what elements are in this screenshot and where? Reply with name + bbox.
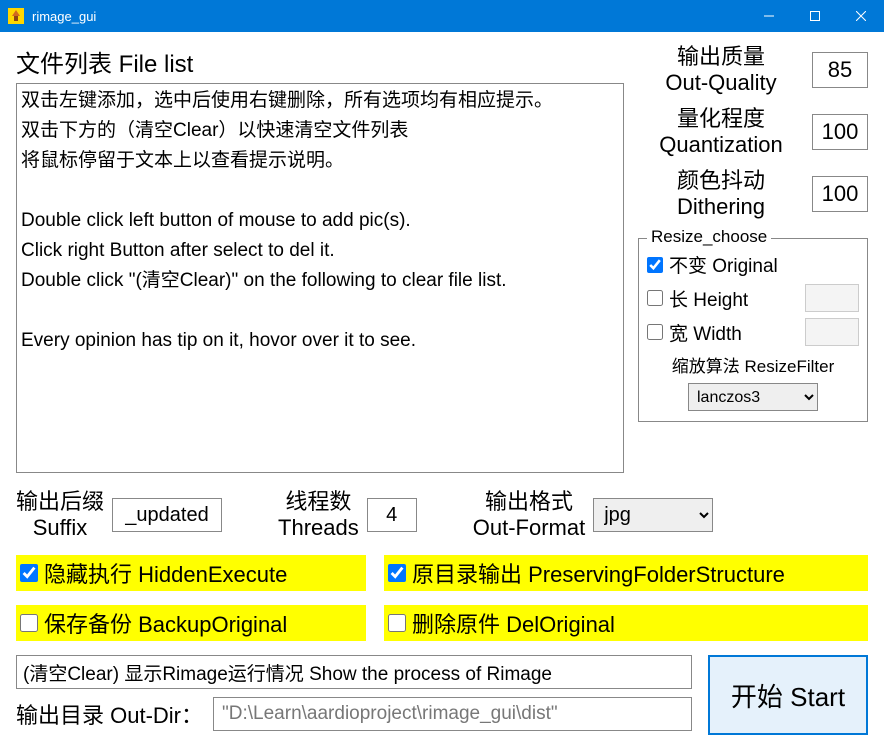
- backup-original-checkbox[interactable]: [20, 614, 38, 632]
- app-icon: [8, 8, 24, 24]
- format-label: 输出格式Out-Format: [473, 489, 585, 541]
- close-button[interactable]: [838, 0, 884, 32]
- quantization-label: 量化程度Quantization: [638, 106, 804, 158]
- file-list-box[interactable]: 双击左键添加，选中后使用右键删除，所有选项均有相应提示。 双击下方的（清空Cle…: [16, 83, 624, 473]
- resize-width-input[interactable]: [805, 318, 859, 346]
- hidden-execute-checkbox[interactable]: [20, 564, 38, 582]
- window-title: rimage_gui: [32, 9, 746, 24]
- resize-original-label: 不变 Original: [669, 251, 778, 278]
- preserving-folder-check[interactable]: 原目录输出 PreservingFolderStructure: [384, 555, 868, 591]
- format-select[interactable]: jpg: [593, 498, 713, 532]
- resize-group-title: Resize_choose: [647, 227, 771, 247]
- maximize-button[interactable]: [792, 0, 838, 32]
- minimize-button[interactable]: [746, 0, 792, 32]
- resize-height-checkbox[interactable]: [647, 290, 663, 306]
- resize-original-checkbox[interactable]: [647, 257, 663, 273]
- threads-input[interactable]: [367, 498, 417, 532]
- quantization-input[interactable]: [812, 114, 868, 150]
- backup-original-check[interactable]: 保存备份 BackupOriginal: [16, 605, 366, 641]
- threads-label: 线程数Threads: [278, 489, 359, 541]
- resize-filter-select[interactable]: lanczos3: [688, 383, 818, 411]
- resize-height-label: 长 Height: [669, 285, 799, 312]
- resize-height-input[interactable]: [805, 284, 859, 312]
- hidden-execute-check[interactable]: 隐藏执行 HiddenExecute: [16, 555, 366, 591]
- dithering-input[interactable]: [812, 176, 868, 212]
- file-list-title: 文件列表 File list: [16, 44, 624, 79]
- outdir-input[interactable]: [213, 697, 692, 731]
- resize-groupbox: Resize_choose 不变 Original 长 Height 宽 Wid…: [638, 238, 868, 422]
- process-output[interactable]: (清空Clear) 显示Rimage运行情况 Show the process …: [16, 655, 692, 689]
- resize-width-checkbox[interactable]: [647, 324, 663, 340]
- del-original-checkbox[interactable]: [388, 614, 406, 632]
- resize-filter-label: 缩放算法 ResizeFilter: [647, 352, 859, 377]
- suffix-label: 输出后缀Suffix: [16, 489, 104, 541]
- dithering-label: 颜色抖动Dithering: [638, 168, 804, 220]
- suffix-input[interactable]: [112, 498, 222, 532]
- preserving-folder-checkbox[interactable]: [388, 564, 406, 582]
- quality-input[interactable]: [812, 52, 868, 88]
- start-button[interactable]: 开始 Start: [708, 655, 868, 735]
- del-original-check[interactable]: 删除原件 DelOriginal: [384, 605, 868, 641]
- resize-width-label: 宽 Width: [669, 319, 799, 346]
- quality-label: 输出质量Out-Quality: [638, 44, 804, 96]
- title-bar: rimage_gui: [0, 0, 884, 32]
- outdir-label: 输出目录 Out-Dir：: [16, 698, 203, 730]
